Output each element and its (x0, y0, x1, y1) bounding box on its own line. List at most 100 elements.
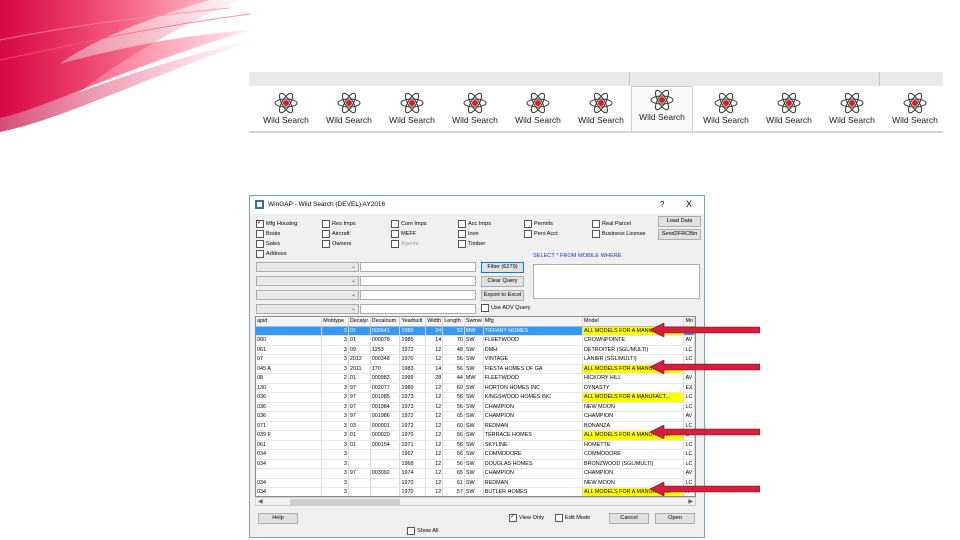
checkbox-box[interactable] (524, 220, 532, 228)
wild-search-button[interactable]: Wild Search (696, 90, 756, 130)
filter-checkbox-boats[interactable]: Boats (256, 230, 280, 239)
table-row[interactable]: 036 3 97 001986 1972 12 65 SW CHAMPION CHAMPION AV (256, 411, 695, 422)
table-row[interactable]: 034 3 1967 12 56 SW COMMODORE COMMODORE LC (256, 449, 695, 460)
column-header[interactable]: apid (256, 317, 323, 327)
table-row[interactable]: 036 3 97 001984 1973 12 56 SW CHAMPION NEW MOON LC (256, 402, 695, 412)
checkbox-box[interactable] (458, 220, 466, 228)
checkbox-box[interactable] (322, 230, 330, 238)
checkbox-box[interactable] (391, 220, 399, 228)
filter-checkbox-owners[interactable]: Owners (322, 240, 351, 249)
column-header[interactable]: Decalnum (370, 317, 401, 327)
checkbox-box[interactable] (256, 240, 264, 248)
view-only-checkbox[interactable]: View Only (509, 513, 544, 523)
use-adv-query-checkbox[interactable]: Use ADV Query (481, 304, 530, 313)
column-header[interactable]: Length (442, 317, 465, 327)
table-row[interactable]: 3 97 003092 1974 12 65 SW CHAMPION CHAMPION AV (256, 468, 695, 479)
filter-checkbox-res-imps[interactable]: Res Imps (322, 220, 356, 229)
column-header[interactable]: Mfg (483, 317, 584, 327)
sql-query-box[interactable] (533, 264, 700, 299)
table-row[interactable]: 034 3 1970 12 61 SW REDMAN NEW MOON LC (256, 478, 695, 488)
field-select-1[interactable]: ⌄ (256, 262, 359, 272)
export-excel-button[interactable]: Export to Excel (481, 290, 524, 301)
checkbox-box[interactable] (458, 230, 466, 238)
filter-checkbox-real-parcel[interactable]: Real Parcel (592, 220, 631, 229)
field-select-4[interactable]: ⌄ (256, 304, 359, 314)
scroll-thumb[interactable] (290, 499, 400, 505)
wild-search-button[interactable]: Wild Search (319, 90, 379, 130)
checkbox-box[interactable] (256, 250, 264, 258)
checkbox-box[interactable] (509, 513, 517, 522)
filter-button[interactable]: Filter (6279) (481, 262, 524, 273)
wild-search-button[interactable]: Wild Search (508, 90, 568, 130)
table-row[interactable]: 061 3 09 1253 1972 12 48 SW DMH DETROITER (SGL/MU… (256, 345, 695, 355)
wild-search-button[interactable]: Wild Search (445, 90, 505, 130)
results-grid[interactable]: apid Mobtype Decalyr Decalnum Yearbuilt Width… (255, 316, 696, 497)
send2frcbin-button[interactable]: Send2FRCBin (658, 229, 701, 240)
table-row[interactable]: 039 F 3 01 000020 1970 12 56 SW TERRACE HOMES ALL… (256, 430, 695, 441)
field-select-2[interactable]: ⌄ (256, 276, 359, 286)
checkbox-box[interactable] (524, 230, 532, 238)
clear-query-button[interactable]: Clear Query (481, 276, 524, 287)
wild-search-button[interactable]: Wild Search (256, 90, 316, 130)
filter-checkbox-permits[interactable]: Permits (524, 220, 553, 229)
filter-checkbox-invn[interactable]: Invn (458, 230, 479, 239)
filter-checkbox-business-license[interactable]: Business License (592, 230, 646, 239)
checkbox-box[interactable] (322, 220, 330, 228)
checkbox-box[interactable] (555, 514, 563, 522)
wild-search-button[interactable]: Wild Search (571, 90, 631, 130)
criteria-input-1[interactable] (360, 262, 476, 272)
column-header[interactable]: Yearbuilt (399, 317, 427, 327)
column-header[interactable]: Swmw (464, 317, 484, 327)
load-data-button[interactable]: Load Data (658, 216, 701, 227)
checkbox-box[interactable] (391, 230, 399, 238)
column-header[interactable]: Decalyr (348, 317, 371, 327)
open-button[interactable]: Open (655, 513, 695, 524)
filter-checkbox-acc-imps[interactable]: Acc Imps (458, 220, 491, 229)
checkbox-box[interactable] (481, 304, 489, 312)
checkbox-box[interactable] (458, 240, 466, 248)
table-row[interactable]: 071 3 03 000001 1972 12 60 SW REDMAN BONANZA LC (256, 421, 695, 431)
help-button[interactable]: Help (258, 513, 298, 524)
column-header[interactable]: Mobtype (321, 317, 349, 327)
wild-search-button[interactable]: Wild Search (822, 90, 882, 130)
scroll-left-icon[interactable]: ◀ (258, 498, 263, 505)
filter-checkbox-aircraft[interactable]: Aircraft (322, 230, 350, 239)
table-row[interactable]: 045 A 3 2011 170 1983 14 56 SW FIESTA HOMES OF G… (256, 364, 695, 374)
table-row[interactable]: 061 3 01 000154 1971 12 56 SW SKYLINE HOMETTE LC (256, 440, 695, 450)
table-row[interactable]: 130 3 97 002077 1980 12 60 SW HORTON HOMES INC DY… (256, 383, 695, 393)
column-header[interactable]: Width (425, 317, 444, 327)
filter-checkbox-meff[interactable]: MEFF (391, 230, 416, 239)
filter-checkbox-mfg-housing[interactable]: Mfg Housing (256, 219, 297, 229)
help-icon[interactable]: ? (660, 200, 664, 209)
criteria-input-4[interactable] (360, 304, 476, 314)
wild-search-button[interactable]: Wild Search (759, 90, 819, 130)
edit-mode-checkbox[interactable]: Edit Mode (555, 514, 590, 523)
criteria-input-3[interactable] (360, 290, 476, 300)
table-row[interactable]: 07 3 2012 000348 1970 12 56 SW VINTAGE LANIER (SG… (256, 354, 695, 365)
filter-checkbox-com-imps[interactable]: Com Imps (391, 220, 427, 229)
table-row[interactable]: 036 3 97 001985 1973 12 56 SW KINGSWOOD HOMES IN… (256, 392, 695, 403)
wild-search-button[interactable]: Wild Search (382, 90, 442, 130)
horizontal-scrollbar[interactable]: ◀ ▶ (255, 497, 696, 506)
checkbox-box[interactable] (322, 240, 330, 248)
filter-checkbox-address[interactable]: Address (256, 250, 287, 259)
table-row[interactable]: 034 3 1970 12 57 SW BUTLER HOMES ALL MODELS FOR… (256, 487, 695, 496)
filter-checkbox-timber[interactable]: Timber (458, 240, 485, 249)
checkbox-box[interactable] (407, 527, 415, 535)
checkbox-box[interactable] (256, 230, 264, 238)
table-row[interactable]: 060 3 01 000078 1985 14 70 SW FLEETWOOD CROWNPOIN… (256, 335, 695, 346)
close-icon[interactable]: X (686, 199, 692, 209)
criteria-input-2[interactable] (360, 276, 476, 286)
checkbox-box[interactable] (592, 230, 600, 238)
show-all-checkbox[interactable]: Show All (407, 527, 438, 536)
scroll-right-icon[interactable]: ▶ (688, 498, 693, 505)
table-row[interactable]: 08 2 01 000983 1999 28 44 MW FLEETWOOD HICKORY HI… (256, 373, 695, 384)
table-row[interactable]: 034 3 1968 12 56 SW DOUGLAS HOMES BRONZWOOD (SG… (256, 459, 695, 469)
checkbox-box[interactable] (256, 219, 264, 228)
field-select-3[interactable]: ⌄ (256, 290, 359, 300)
table-row[interactable]: 3 01 000641 1980 24 52 MW TIFFANY HOMES ALL MODE… (256, 326, 695, 336)
filter-checkbox-sales[interactable]: Sales (256, 240, 280, 249)
wild-search-button[interactable]: Wild Search (631, 86, 693, 133)
filter-checkbox-pers-acct[interactable]: Pers Acct (524, 230, 558, 239)
cancel-button[interactable]: Cancel (609, 513, 649, 524)
